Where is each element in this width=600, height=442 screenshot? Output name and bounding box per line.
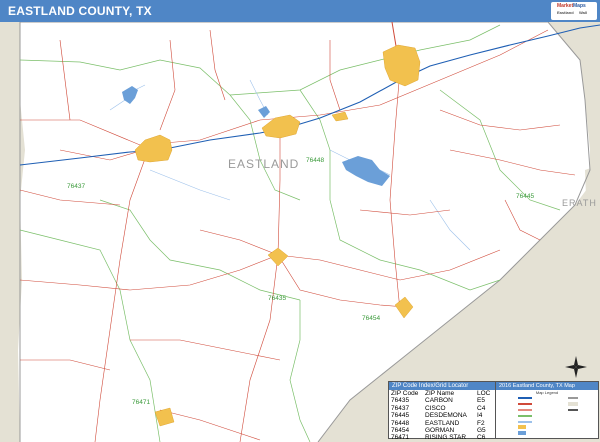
legend-title: 2016 Eastland County, TX Map [496, 382, 598, 390]
zip-code-cell: 76471 [391, 434, 410, 442]
zip-col-header: ZIP Code [391, 390, 419, 397]
zip-code-cell: 76437 [391, 404, 410, 412]
loc-cell: C6 [477, 434, 486, 442]
logo-text-3: Eastland [557, 10, 574, 15]
loc-col-header: LOC [477, 390, 491, 397]
zipname-col-header: ZIP Name [425, 390, 455, 397]
zip-code-cell: 76448 [391, 419, 410, 427]
loc-cell: G5 [477, 426, 486, 434]
zip-label-76471: 76471 [132, 399, 150, 406]
zip-label-76454: 76454 [362, 315, 380, 322]
logo-text-1: Market [557, 3, 574, 9]
zip-label-76437: 76437 [67, 183, 85, 190]
zip-name-cell: EASTLAND [425, 419, 460, 427]
zip-code-cell: 76435 [391, 397, 410, 405]
zip-name-cell: DESDEMONA [425, 412, 467, 420]
table-row: 76435 CARBON E5 [389, 397, 495, 404]
table-row: 76445 DESDEMONA I4 [389, 412, 495, 419]
zip-locator-title: ZIP Code Index/Grid Locator [389, 382, 495, 390]
map-legend: 2016 Eastland County, TX Map Map Legend [495, 381, 599, 439]
legend-swatch-stream [518, 421, 532, 423]
zip-code-cell: 76445 [391, 412, 410, 420]
legend-swatch-outside-area [568, 402, 578, 406]
zip-label-76448: 76448 [306, 157, 324, 164]
loc-cell: I4 [477, 412, 483, 420]
zip-locator-table: ZIP Code Index/Grid Locator ZIP Code ZIP… [388, 381, 496, 441]
zip-label-76445: 76445 [516, 193, 534, 200]
loc-cell: F2 [477, 419, 485, 427]
map-title: EASTLAND COUNTY, TX [8, 4, 152, 18]
legend-subtitle: Map Legend [535, 390, 559, 395]
table-row: 76454 GORMAN G5 [389, 427, 495, 434]
header-bar: EASTLAND COUNTY, TX Market Maps Eastland… [0, 0, 600, 22]
neighbor-county-label: ERATH [562, 198, 597, 208]
legend-swatch-zip-boundary [518, 415, 532, 417]
county-map[interactable]: EASTLAND ERATH 76448 76437 76445 76435 7… [0, 22, 600, 442]
zip-name-cell: GORMAN [425, 426, 455, 434]
zip-code-cell: 76454 [391, 426, 410, 434]
legend-swatch-local-road [518, 409, 532, 411]
legend-swatch-interstate [518, 397, 532, 399]
logo-text-2: Maps [573, 3, 586, 9]
zip-label-76435: 76435 [268, 295, 286, 302]
zip-name-cell: CARBON [425, 397, 453, 405]
legend-swatch-water [518, 431, 526, 435]
table-row: 76471 RISING STAR C6 [389, 434, 495, 441]
zip-locator-header-row: ZIP Code ZIP Name LOC [389, 390, 495, 397]
zip-name-cell: RISING STAR [425, 434, 467, 442]
table-row: 76437 CISCO C4 [389, 405, 495, 412]
table-row: 76448 EASTLAND F2 [389, 420, 495, 427]
legend-swatch-county-line [568, 397, 578, 399]
loc-cell: C4 [477, 404, 486, 412]
publisher-logo[interactable]: Market Maps Eastland Wall [551, 2, 597, 20]
legend-swatch-city [518, 425, 526, 429]
legend-swatch-highway [518, 403, 532, 405]
county-label: EASTLAND [228, 157, 299, 171]
legend-swatch-railroad [568, 409, 578, 411]
zip-name-cell: CISCO [425, 404, 446, 412]
loc-cell: E5 [477, 397, 485, 405]
logo-text-4: Wall [579, 10, 588, 15]
